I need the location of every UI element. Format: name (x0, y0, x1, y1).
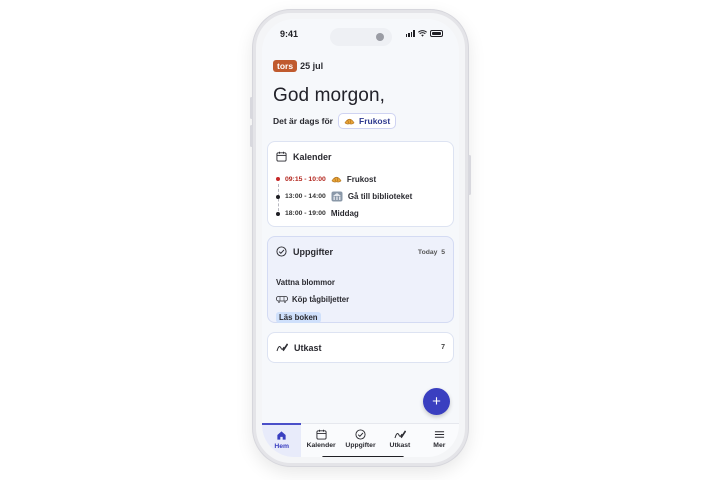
signature-pen-icon (394, 430, 406, 439)
today-count: 5 (441, 249, 445, 256)
check-circle-icon (276, 246, 287, 257)
tab-tasks[interactable]: Uppgifter (341, 424, 380, 457)
date-text: 25 jul (300, 61, 324, 71)
croissant-icon (331, 176, 342, 183)
tab-label: Uppgifter (345, 442, 376, 449)
event-time: 09:15 - 10:00 (285, 175, 326, 183)
app-screen: 9:41 tors 25 jul God morgon, Det är dags… (262, 19, 459, 457)
drafts-card-header: Utkast (276, 342, 322, 353)
wifi-icon (418, 30, 427, 37)
add-button[interactable]: + (423, 388, 450, 415)
home-indicator (322, 456, 404, 457)
status-time: 9:41 (280, 29, 299, 39)
volume-down-button (250, 125, 253, 147)
tab-more[interactable]: Mer (420, 424, 459, 457)
day-badge: tors (273, 60, 298, 72)
event-time: 13:00 - 14:00 (285, 193, 326, 200)
dynamic-island (330, 28, 392, 46)
tab-label: Hem (274, 443, 290, 450)
croissant-icon (344, 118, 355, 125)
meal-chip[interactable]: Frukost (338, 113, 397, 129)
task-item[interactable]: Vattna blommor (276, 278, 335, 287)
tasks-card[interactable]: Uppgifter Today 5 Vattna blommor Köp tåg… (267, 236, 454, 323)
tab-home[interactable]: Hem (262, 423, 302, 457)
calendar-event[interactable]: 18:00 - 19:00 Middag (276, 209, 359, 218)
date-row: tors 25 jul (273, 60, 323, 72)
task-label: Vattna blommor (276, 278, 335, 287)
tasks-card-title: Uppgifter (293, 246, 333, 257)
current-event-dot (276, 177, 280, 181)
event-name: Middag (330, 209, 359, 218)
tab-drafts[interactable]: Utkast (380, 424, 419, 457)
menu-icon (434, 431, 444, 438)
volume-up-button (250, 97, 253, 119)
calendar-card-title: Kalender (293, 151, 332, 162)
drafts-card[interactable]: Utkast 7 (267, 332, 454, 363)
calendar-icon (316, 429, 327, 440)
calendar-icon (276, 151, 287, 162)
signature-pen-icon (276, 343, 288, 352)
power-button (468, 155, 471, 195)
calendar-event[interactable]: 13:00 - 14:00 Gå till biblioteket (276, 191, 412, 202)
calendar-card[interactable]: Kalender 09:15 - 10:00 Frukost 13:00 - 1… (267, 141, 454, 227)
event-time: 18:00 - 19:00 (285, 210, 326, 217)
check-circle-icon (355, 429, 366, 440)
camera-icon (376, 33, 384, 41)
event-name: Frukost (346, 174, 377, 184)
calendar-event[interactable]: 09:15 - 10:00 Frukost (276, 174, 376, 184)
signal-icon (405, 30, 415, 37)
status-icons (405, 30, 443, 37)
phone-frame: 9:41 tors 25 jul God morgon, Det är dags… (250, 10, 471, 466)
event-dot (276, 194, 280, 199)
today-counter: Today 5 (418, 249, 445, 256)
drafts-count: 7 (441, 344, 445, 351)
task-label: Läs boken (276, 312, 321, 323)
meal-prefix: Det är dags för (273, 116, 333, 126)
today-label: Today (417, 249, 438, 256)
event-name: Gå till biblioteket (347, 192, 413, 201)
meal-chip-label: Frukost (359, 116, 391, 126)
drafts-card-title: Utkast (294, 342, 322, 353)
home-icon (277, 431, 286, 440)
tab-label: Mer (433, 442, 446, 449)
event-dot (276, 211, 280, 216)
task-item[interactable]: Köp tågbiljetter (276, 295, 349, 304)
battery-icon (430, 30, 443, 37)
tab-label: Kalender (306, 442, 336, 449)
tasks-card-header: Uppgifter (276, 246, 333, 257)
task-label: Köp tågbiljetter (292, 295, 350, 304)
calendar-card-header: Kalender (276, 151, 332, 162)
task-item[interactable]: Läs boken (276, 312, 321, 323)
tab-bar: Hem Kalender Uppgifter Utkast Mer (262, 423, 459, 457)
meal-row: Det är dags för Frukost (273, 113, 397, 129)
tab-label: Utkast (389, 442, 411, 449)
library-building-icon (331, 191, 343, 202)
train-icon (276, 296, 288, 303)
tab-calendar[interactable]: Kalender (301, 424, 340, 457)
greeting-title: God morgon, (273, 85, 385, 106)
status-bar: 9:41 (262, 19, 459, 47)
